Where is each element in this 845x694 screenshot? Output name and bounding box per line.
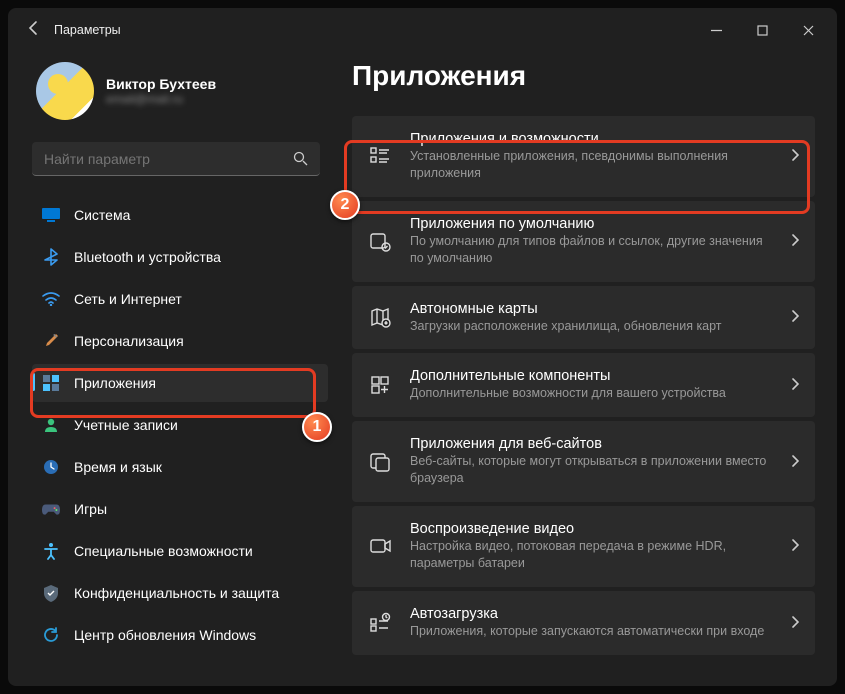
- card-text: Автозагрузка Приложения, которые запуска…: [410, 606, 773, 640]
- offline-maps-icon: [368, 306, 392, 328]
- sidebar-item-label: Bluetooth и устройства: [74, 249, 221, 265]
- card-text: Приложения и возможности Установленные п…: [410, 131, 773, 182]
- chevron-right-icon: [791, 538, 799, 554]
- close-button[interactable]: [785, 8, 831, 52]
- card-title: Автономные карты: [410, 301, 773, 317]
- card-subtitle: Веб-сайты, которые могут открываться в п…: [410, 453, 773, 487]
- update-icon: [42, 626, 60, 644]
- card-text: Приложения для веб-сайтов Веб-сайты, кот…: [410, 436, 773, 487]
- back-button[interactable]: [14, 20, 54, 41]
- sidebar-nav: Система Bluetooth и устройства Сеть и Инте…: [32, 196, 328, 654]
- annotation-badge-2: 2: [330, 190, 360, 220]
- card-subtitle: Настройка видео, потоковая передача в ре…: [410, 538, 773, 572]
- sidebar-item-network[interactable]: Сеть и Интернет: [32, 280, 328, 318]
- sidebar-item-label: Специальные возможности: [74, 543, 253, 559]
- card-subtitle: Приложения, которые запускаются автомати…: [410, 623, 773, 640]
- card-title: Приложения для веб-сайтов: [410, 436, 773, 452]
- annotation-badge-1: 1: [302, 412, 332, 442]
- card-title: Дополнительные компоненты: [410, 368, 773, 384]
- card-subtitle: Загрузки расположение хранилища, обновле…: [410, 318, 773, 335]
- card-startup[interactable]: Автозагрузка Приложения, которые запуска…: [352, 591, 815, 655]
- sidebar-item-access[interactable]: Специальные возможности: [32, 532, 328, 570]
- card-title: Автозагрузка: [410, 606, 773, 622]
- card-text: Воспроизведение видео Настройка видео, п…: [410, 521, 773, 572]
- system-icon: [42, 206, 60, 224]
- card-apps-websites[interactable]: Приложения для веб-сайтов Веб-сайты, кот…: [352, 421, 815, 502]
- gaming-icon: [42, 500, 60, 518]
- sidebar-item-label: Система: [74, 207, 130, 223]
- default-apps-icon: [368, 230, 392, 252]
- chevron-right-icon: [791, 615, 799, 631]
- sidebar-item-apps[interactable]: Приложения: [32, 364, 328, 402]
- minimize-button[interactable]: [693, 8, 739, 52]
- startup-icon: [368, 612, 392, 634]
- video-icon: [368, 537, 392, 555]
- sidebar-item-label: Время и язык: [74, 459, 162, 475]
- accounts-icon: [42, 416, 60, 434]
- chevron-right-icon: [791, 148, 799, 164]
- chevron-right-icon: [791, 377, 799, 393]
- sidebar-item-label: Приложения: [74, 375, 156, 391]
- card-subtitle: Дополнительные возможности для вашего ус…: [410, 385, 773, 402]
- card-default-apps[interactable]: Приложения по умолчанию По умолчанию для…: [352, 201, 815, 282]
- title-bar: Параметры: [8, 8, 837, 52]
- sidebar-item-system[interactable]: Система: [32, 196, 328, 234]
- profile-email: email@mail.ru: [106, 92, 216, 106]
- card-text: Приложения по умолчанию По умолчанию для…: [410, 216, 773, 267]
- profile-name: Виктор Бухтеев: [106, 76, 216, 92]
- personalize-icon: [42, 332, 60, 350]
- avatar: [36, 62, 94, 120]
- page-title: Приложения: [352, 60, 821, 92]
- sidebar-item-label: Учетные записи: [74, 417, 178, 433]
- card-title: Приложения и возможности: [410, 131, 773, 147]
- main-panel: Приложения Приложения и возможности Уста…: [332, 52, 821, 686]
- sidebar-item-label: Центр обновления Windows: [74, 627, 256, 643]
- sidebar-item-personalize[interactable]: Персонализация: [32, 322, 328, 360]
- apps-icon: [42, 374, 60, 392]
- sidebar-item-update[interactable]: Центр обновления Windows: [32, 616, 328, 654]
- privacy-icon: [42, 584, 60, 602]
- settings-cards: Приложения и возможности Установленные п…: [352, 116, 821, 655]
- optional-icon: [368, 375, 392, 395]
- sidebar-item-label: Конфиденциальность и защита: [74, 585, 279, 601]
- card-video[interactable]: Воспроизведение видео Настройка видео, п…: [352, 506, 815, 587]
- sidebar: Виктор Бухтеев email@mail.ru Система Blue…: [32, 52, 332, 686]
- apps-features-icon: [368, 145, 392, 167]
- apps-websites-icon: [368, 451, 392, 473]
- access-icon: [42, 542, 60, 560]
- search-icon: [293, 151, 308, 169]
- sidebar-item-label: Сеть и Интернет: [74, 291, 182, 307]
- sidebar-item-privacy[interactable]: Конфиденциальность и защита: [32, 574, 328, 612]
- network-icon: [42, 290, 60, 308]
- card-title: Воспроизведение видео: [410, 521, 773, 537]
- time-icon: [42, 458, 60, 476]
- search-input[interactable]: [32, 142, 320, 176]
- app-title: Параметры: [54, 23, 121, 37]
- sidebar-item-label: Игры: [74, 501, 107, 517]
- card-title: Приложения по умолчанию: [410, 216, 773, 232]
- maximize-button[interactable]: [739, 8, 785, 52]
- card-subtitle: По умолчанию для типов файлов и ссылок, …: [410, 233, 773, 267]
- chevron-right-icon: [791, 309, 799, 325]
- chevron-right-icon: [791, 233, 799, 249]
- card-text: Автономные карты Загрузки расположение х…: [410, 301, 773, 335]
- card-subtitle: Установленные приложения, псевдонимы вып…: [410, 148, 773, 182]
- sidebar-item-bluetooth[interactable]: Bluetooth и устройства: [32, 238, 328, 276]
- sidebar-item-gaming[interactable]: Игры: [32, 490, 328, 528]
- chevron-right-icon: [791, 454, 799, 470]
- arrow-left-icon: [26, 20, 42, 36]
- sidebar-item-time[interactable]: Время и язык: [32, 448, 328, 486]
- sidebar-item-accounts[interactable]: Учетные записи: [32, 406, 328, 444]
- card-text: Дополнительные компоненты Дополнительные…: [410, 368, 773, 402]
- card-apps-features[interactable]: Приложения и возможности Установленные п…: [352, 116, 815, 197]
- sidebar-item-label: Персонализация: [74, 333, 184, 349]
- card-optional[interactable]: Дополнительные компоненты Дополнительные…: [352, 353, 815, 417]
- bluetooth-icon: [42, 248, 60, 266]
- profile-block[interactable]: Виктор Бухтеев email@mail.ru: [36, 62, 328, 120]
- card-offline-maps[interactable]: Автономные карты Загрузки расположение х…: [352, 286, 815, 350]
- search-box[interactable]: [32, 142, 320, 176]
